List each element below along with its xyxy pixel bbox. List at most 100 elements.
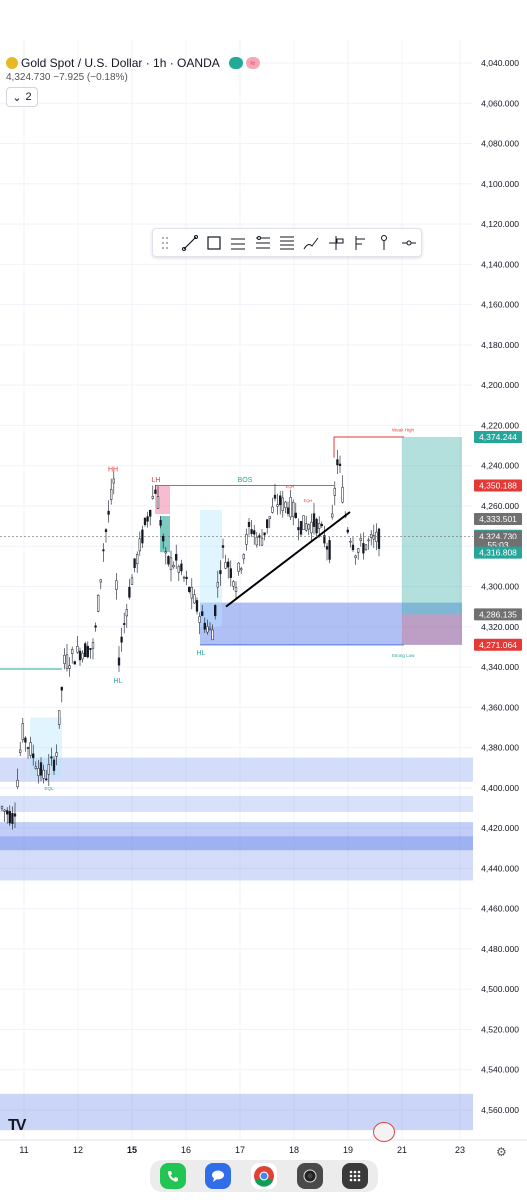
- price-chart[interactable]: HH LH HL HL BOS EQH EQH Weak High Strong Low EQL 4…: [0, 0, 527, 1200]
- candle-body: [273, 494, 277, 499]
- brush-icon[interactable]: [302, 234, 320, 252]
- app-drawer-icon[interactable]: [342, 1163, 369, 1189]
- x-tick-label: 21: [397, 1145, 407, 1155]
- price-change: −7.925 (−0.18%): [53, 72, 128, 83]
- price-tag: 4,286.135: [474, 608, 522, 621]
- candle-body: [359, 538, 362, 541]
- weak-high-label: Weak High: [392, 427, 414, 432]
- candle-body: [276, 504, 279, 507]
- candle-body: [63, 654, 66, 664]
- candle-body: [115, 580, 118, 590]
- market-open-icon: [228, 57, 243, 69]
- candle-body: [13, 813, 17, 817]
- rectangle-icon[interactable]: [205, 234, 223, 252]
- candle-body: [34, 766, 37, 769]
- candle-body: [349, 540, 352, 543]
- candle-body: [232, 581, 235, 587]
- trend-line-icon[interactable]: [181, 234, 199, 252]
- candle-body: [224, 562, 227, 569]
- candle-body: [292, 502, 295, 517]
- y-tick-label: 4,480.000: [481, 944, 519, 954]
- y-tick-label: 4,400.000: [481, 783, 519, 793]
- x-tick-label: 11: [19, 1145, 28, 1155]
- candle-body: [328, 540, 331, 560]
- candle-body: [78, 650, 82, 661]
- candle-body: [99, 579, 102, 583]
- candle-body: [284, 501, 287, 509]
- candle-body: [193, 594, 196, 604]
- candle-body: [97, 595, 100, 612]
- y-tick-label: 4,180.000: [481, 340, 519, 350]
- phone-app-icon[interactable]: [159, 1163, 186, 1189]
- candle-body: [0, 806, 4, 809]
- price-tag: 4,350.188: [474, 479, 522, 492]
- price-tag-label: 4,350.188: [479, 480, 517, 490]
- camera-app-icon[interactable]: [296, 1163, 323, 1189]
- candle-body: [8, 811, 11, 824]
- drag-handle-icon[interactable]: [156, 234, 174, 252]
- price-tag-label: 4,374.244: [479, 432, 517, 442]
- candle-body: [351, 544, 355, 551]
- candle-body: [50, 756, 53, 759]
- horizontal-ray-icon[interactable]: [400, 234, 418, 252]
- candle-body: [167, 555, 170, 565]
- candle-body: [138, 538, 141, 552]
- candle-body: [227, 561, 230, 568]
- candle-body: [255, 536, 258, 546]
- indicator-count: 2: [25, 91, 32, 103]
- pin-icon[interactable]: [375, 234, 393, 252]
- candle-body: [120, 636, 123, 643]
- candle-body: [289, 497, 292, 518]
- x-tick-label: 23: [455, 1145, 465, 1155]
- candle-body: [128, 586, 131, 598]
- candle-body: [71, 649, 74, 654]
- fib-extension-icon[interactable]: [278, 234, 296, 252]
- candle-body: [245, 533, 248, 545]
- y-tick-label: 4,540.000: [481, 1065, 519, 1075]
- candle-body: [146, 516, 149, 522]
- indicator-toggle-button[interactable]: ⌄ 2: [6, 87, 38, 107]
- price-tag-label: 4,286.135: [479, 609, 517, 619]
- candle-body: [281, 497, 284, 511]
- y-tick-label: 4,560.000: [481, 1105, 519, 1115]
- candle-body: [247, 522, 251, 527]
- candle-body: [117, 657, 121, 666]
- candle-body: [279, 495, 282, 506]
- price-tag-label: 4,271.064: [479, 640, 517, 650]
- long-position-icon[interactable]: [327, 234, 345, 252]
- settings-icon[interactable]: ⚙: [496, 1145, 507, 1159]
- x-tick-label: 18: [289, 1145, 299, 1155]
- trend-line: [225, 511, 351, 608]
- candle-body: [177, 566, 180, 573]
- y-tick-label: 4,320.000: [481, 622, 519, 632]
- fib-retracement-icon[interactable]: [254, 234, 272, 252]
- candle-body: [338, 463, 342, 466]
- us-flag-icon[interactable]: [373, 1122, 395, 1142]
- y-tick-label: 4,080.000: [481, 139, 519, 149]
- y-tick-label: 4,140.000: [481, 259, 519, 269]
- short-position-icon[interactable]: [351, 234, 369, 252]
- candle-body: [151, 496, 154, 499]
- chrome-app-icon[interactable]: [250, 1163, 277, 1189]
- parallel-channel-icon[interactable]: [229, 234, 247, 252]
- y-tick-label: 4,240.000: [481, 461, 519, 471]
- eql-label: EQL: [44, 786, 54, 791]
- candle-body: [58, 710, 61, 725]
- candle-body: [219, 570, 222, 575]
- candle-body: [125, 609, 128, 617]
- y-tick-label: 4,300.000: [481, 582, 519, 592]
- candle-body: [68, 665, 71, 669]
- candle-body: [188, 586, 191, 592]
- y-tick-label: 4,100.000: [481, 179, 519, 189]
- candle-body: [47, 764, 50, 775]
- messages-app-icon[interactable]: [205, 1163, 232, 1189]
- y-tick-label: 4,500.000: [481, 984, 519, 994]
- app-dock: [150, 1160, 378, 1192]
- candle-body: [214, 605, 217, 617]
- y-tick-label: 4,200.000: [481, 380, 519, 390]
- fvg-box: [200, 509, 222, 627]
- candle-body: [354, 555, 357, 559]
- candle-body: [24, 737, 27, 743]
- symbol-header[interactable]: Gold Spot / U.S. Dollar · 1h · OANDA ≈: [6, 56, 260, 70]
- candle-body: [107, 510, 110, 515]
